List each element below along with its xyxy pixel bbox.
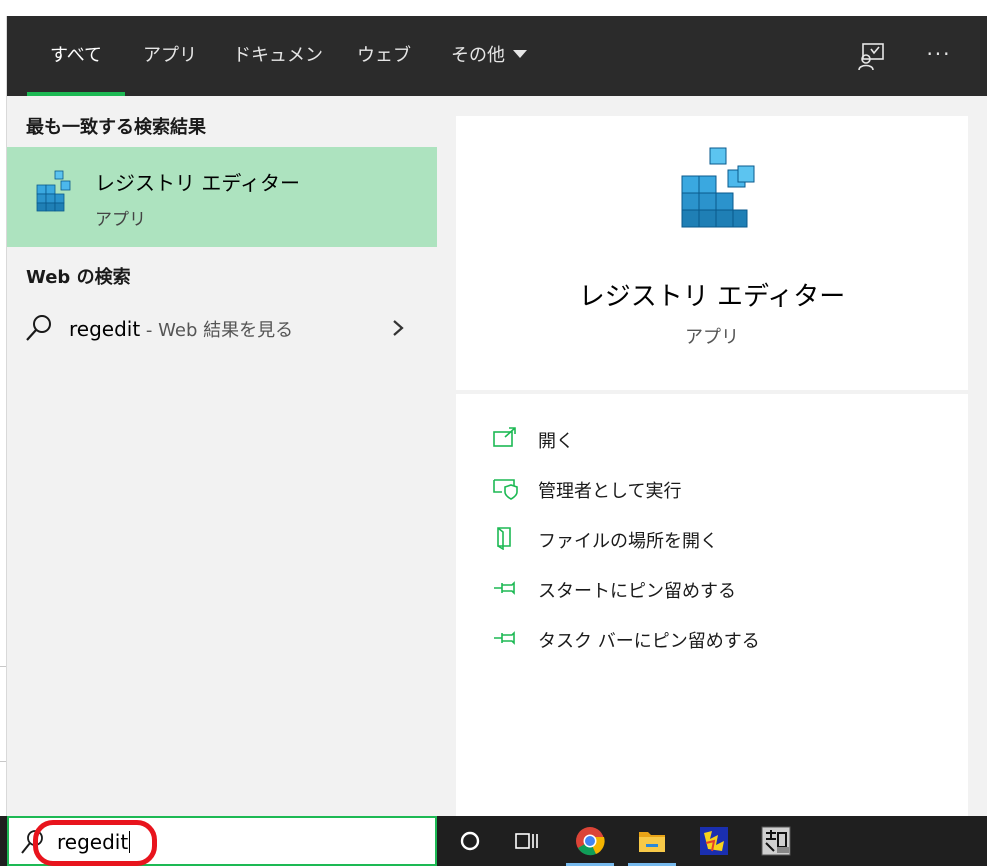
cortana-button[interactable] (442, 816, 498, 866)
taskbar-search-box[interactable]: regedit (7, 816, 437, 866)
tab-apps-label: アプリ (143, 45, 197, 66)
action-pin-to-taskbar-label: タスク バーにピン留めする (538, 631, 760, 652)
file-location-icon (497, 527, 511, 550)
detail-app-name: レジストリ エディター (578, 282, 846, 312)
best-match-heading: 最も一致する検索結果 (26, 117, 206, 138)
action-open-label: 開く (538, 431, 574, 452)
annotation-highlight-ring (33, 820, 157, 866)
action-open-file-location-label: ファイルの場所を開く (538, 531, 718, 552)
cortana-icon (460, 831, 480, 851)
taskbar: regedit (0, 816, 987, 866)
feedback-icon (858, 43, 884, 71)
action-run-as-admin[interactable]: 管理者として実行 (456, 468, 968, 508)
search-tabbar: すべて アプリ ドキュメント ウェブ その他 ··· (7, 16, 987, 146)
desktop-edge-mark (0, 666, 6, 762)
action-run-as-admin-label: 管理者として実行 (538, 481, 682, 502)
detail-app-type: アプリ (685, 327, 739, 348)
results-list: 最も一致する検索結果 レジストリ エディター アプリ Web の検索 reged… (7, 96, 437, 816)
app-actions-list: 開く 管理者として実行 ファイルの場所を開く スタートにピン留めする タスク バ… (456, 394, 968, 816)
app-tile-icon (700, 827, 728, 855)
tab-apps[interactable]: アプリ (135, 16, 205, 96)
web-search-text: regedit - Web 結果を見る (69, 316, 293, 342)
preview-pane: レジストリ エディター アプリ 開く 管理者として実行 ファイルの場所を開く ス… (437, 96, 987, 816)
best-match-type: アプリ (95, 210, 146, 230)
search-panel: すべて アプリ ドキュメント ウェブ その他 ··· 最も一致する検索結 (7, 16, 987, 816)
tab-web[interactable]: ウェブ (351, 16, 417, 96)
registry-editor-icon (36, 170, 71, 212)
feedback-button[interactable] (855, 40, 887, 72)
action-open-file-location[interactable]: ファイルの場所を開く (456, 518, 968, 558)
more-options-icon: ··· (926, 42, 952, 66)
taskbar-app-1[interactable] (686, 816, 742, 866)
search-icon (26, 315, 51, 341)
chevron-down-icon (513, 50, 527, 58)
taskbar-chrome[interactable] (562, 816, 618, 866)
folder-icon (639, 832, 665, 852)
app-tile-icon (761, 826, 791, 856)
tab-all[interactable]: すべて (27, 16, 125, 96)
pin-icon (494, 581, 515, 595)
best-match-name: レジストリ エディター (95, 171, 300, 195)
tab-more[interactable]: その他 (437, 16, 541, 96)
open-icon (493, 427, 516, 447)
shield-icon (493, 479, 518, 500)
chrome-icon (576, 827, 605, 856)
tab-web-label: ウェブ (357, 45, 411, 66)
web-search-heading: Web の検索 (26, 267, 131, 288)
tab-all-label: すべて (49, 45, 103, 66)
tab-more-label: その他 (451, 45, 505, 66)
web-search-hint: - Web 結果を見る (140, 320, 294, 341)
action-open[interactable]: 開く (456, 418, 968, 458)
app-detail-card: レジストリ エディター アプリ (456, 116, 968, 390)
web-search-query: regedit (69, 317, 141, 341)
desktop-top-strip (0, 0, 987, 16)
action-pin-to-start[interactable]: スタートにピン留めする (456, 568, 968, 608)
action-pin-to-start-label: スタートにピン留めする (538, 581, 736, 602)
task-view-button[interactable] (498, 816, 554, 866)
pin-icon (494, 631, 515, 645)
desktop-left-edge (0, 16, 7, 816)
chevron-right-icon (393, 320, 404, 336)
taskbar-file-explorer[interactable] (624, 816, 680, 866)
action-pin-to-taskbar[interactable]: タスク バーにピン留めする (456, 618, 968, 658)
best-match-item[interactable]: レジストリ エディター アプリ (7, 147, 437, 247)
tab-documents[interactable]: ドキュメント (227, 16, 329, 146)
taskbar-app-2[interactable] (748, 816, 804, 866)
task-view-icon (515, 833, 538, 849)
more-options-button[interactable]: ··· (921, 40, 957, 72)
web-search-item[interactable]: regedit - Web 結果を見る (7, 301, 437, 351)
registry-editor-large-icon (681, 147, 755, 228)
